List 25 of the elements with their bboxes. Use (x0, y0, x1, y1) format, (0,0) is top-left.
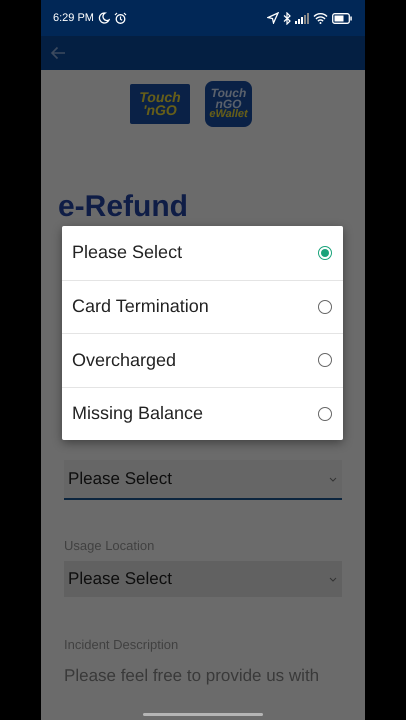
radio-button[interactable] (318, 353, 332, 368)
option-item[interactable]: Card Termination (62, 280, 343, 333)
logo: Touch nGO eWallet (205, 81, 252, 127)
option-item[interactable]: Overcharged (62, 333, 343, 386)
radio-button[interactable] (318, 246, 332, 260)
location-icon (267, 12, 279, 24)
signal-icon (295, 12, 309, 24)
option-label: Card Termination (72, 296, 209, 318)
battery-icon (332, 12, 352, 24)
option-item[interactable]: Please Select (62, 226, 343, 280)
radio-button[interactable] (318, 406, 332, 421)
moon-icon (98, 12, 110, 24)
page-title: e-Refund (58, 189, 189, 225)
option-label: Overcharged (72, 350, 176, 371)
option-label: Please Select (72, 242, 182, 264)
radio-button[interactable] (318, 300, 332, 314)
alarm-icon (114, 12, 127, 24)
bluetooth-icon (283, 12, 291, 24)
chevron-down-icon (329, 476, 337, 482)
status-time: 6:29 PM (53, 12, 94, 24)
wifi-icon (313, 12, 328, 24)
logo: Touch 'nGO (130, 84, 190, 124)
option-label: Missing Balance (72, 403, 204, 424)
chevron-down-icon (329, 576, 337, 582)
option-item[interactable]: Missing Balance (62, 386, 343, 440)
